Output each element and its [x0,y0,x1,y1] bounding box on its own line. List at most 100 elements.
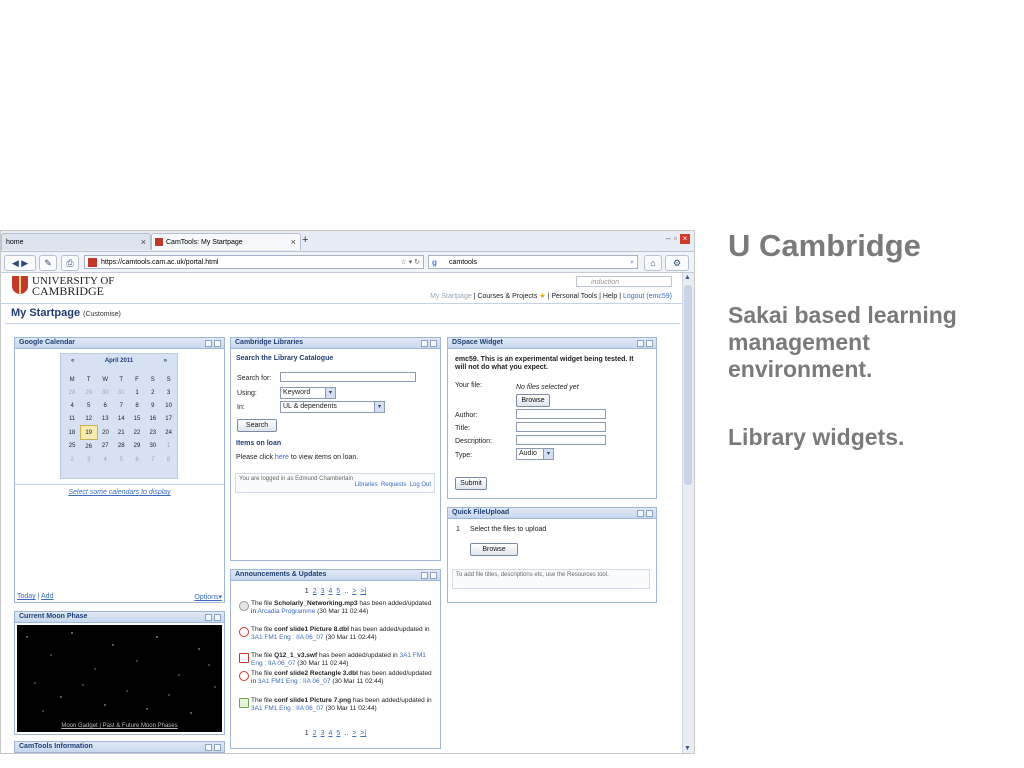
calendar-day[interactable]: 25 [64,440,80,454]
calendar-day[interactable]: 1 [129,386,145,399]
calendar-day[interactable]: 29 [129,440,145,454]
minimize-icon[interactable] [205,340,212,347]
options-link[interactable]: Options▾ [194,593,222,601]
calendar-day[interactable]: 28 [113,440,129,454]
back-forward-buttons[interactable]: ◀ ▶ [4,255,36,271]
close-icon[interactable] [646,340,653,347]
tab-camtools[interactable]: CamTools: My Startpage × [151,233,301,250]
close-icon[interactable] [430,340,437,347]
add-link[interactable]: Add [41,593,53,600]
calendar-day[interactable]: 24 [161,426,177,440]
link-help[interactable]: Help [603,293,617,300]
search-icon[interactable]: ⌕ [630,256,634,270]
library-search-input[interactable] [280,372,416,382]
page-link[interactable]: 5 [336,588,340,595]
calendar-day[interactable]: 31 [113,386,129,399]
minimize-icon[interactable] [637,510,644,517]
calendar-day[interactable]: 30 [145,440,161,454]
calendar-day-today[interactable]: 19 [79,425,98,440]
ann-site-link[interactable]: 3A1 FM1 Eng : IIA 06_07 [251,705,324,712]
ann-site-link[interactable]: Arcadia Programme [258,608,316,615]
upload-browse-button[interactable]: Browse [470,543,518,556]
ann-site-link[interactable]: 3A1 FM1 Eng : IIA 06_07 [251,634,324,641]
calendar-day[interactable]: 14 [113,412,129,426]
calendar-day[interactable]: 18 [64,426,80,440]
tab-home[interactable]: home × [1,233,151,250]
select-calendars-link[interactable]: Select some calendars to display [15,489,224,496]
today-link[interactable]: Today [17,593,36,600]
scrollbar[interactable]: ▲ ▼ [682,273,694,753]
close-icon[interactable] [214,614,221,621]
library-search-button[interactable]: Search [237,419,277,432]
calendar-day[interactable]: 13 [97,412,113,426]
description-field[interactable] [516,435,606,445]
author-field[interactable] [516,409,606,419]
calendar-day[interactable]: 3 [80,453,97,466]
minimize-icon[interactable] [421,340,428,347]
next-page-link[interactable]: > [352,730,356,737]
star-icon[interactable]: ☆ ▾ ↻ [400,256,420,270]
calendar-day[interactable]: 28 [64,386,80,399]
link-my-startpage[interactable]: My Startpage [430,293,472,300]
calendar-day[interactable]: 22 [129,426,145,440]
calendar-day[interactable]: 6 [129,453,145,466]
page-link[interactable]: 3 [321,588,325,595]
home-icon[interactable]: ⌂ [644,255,662,271]
browser-search-box[interactable]: g camtools ⌕ [428,255,638,269]
last-page-link[interactable]: >| [360,730,366,737]
calendar-day[interactable]: 2 [145,386,161,399]
minimize-icon[interactable] [205,744,212,751]
type-select[interactable]: Audio ▾ [516,448,554,460]
dspace-browse-button[interactable]: Browse [516,394,550,407]
scroll-down-icon[interactable]: ▼ [684,745,691,752]
calendar-day[interactable]: 27 [97,440,113,454]
items-here-link[interactable]: here [275,454,289,461]
moon-links[interactable]: Moon Gadget | Past & Future Moon Phases [17,723,222,729]
scroll-up-icon[interactable]: ▲ [684,274,691,281]
calendar-day[interactable]: 6 [97,399,113,412]
calendar-day[interactable]: 5 [113,453,129,466]
calendar-day[interactable]: 9 [145,399,161,412]
close-icon[interactable]: × [141,234,146,251]
link-personal-tools[interactable]: Personal Tools [551,293,597,300]
prev-month-icon[interactable]: « [71,358,74,364]
minimize-icon[interactable] [421,572,428,579]
calendar-day[interactable]: 4 [97,453,113,466]
next-page-link[interactable]: > [352,588,356,595]
close-icon[interactable] [214,340,221,347]
close-icon[interactable]: × [291,234,296,251]
bookmark-icon[interactable]: ✎ [39,255,57,271]
calendar-day[interactable]: 2 [64,453,80,466]
calendar-day[interactable]: 10 [161,399,177,412]
minimize-icon[interactable] [205,614,212,621]
calendar-day[interactable]: 12 [80,412,97,426]
calendar-day[interactable]: 8 [129,399,145,412]
page-link[interactable]: 4 [329,730,333,737]
calendar-day[interactable]: 7 [145,453,161,466]
calendar-day[interactable]: 5 [80,399,97,412]
title-field[interactable] [516,422,606,432]
calendar-day[interactable]: 21 [113,426,129,440]
customise-link[interactable]: (Customise) [83,311,121,318]
calendar-day[interactable]: 16 [145,412,161,426]
last-page-link[interactable]: >| [360,588,366,595]
calendar-day[interactable]: 17 [161,412,177,426]
addons-icon[interactable]: ⚙ [665,255,689,271]
page-link[interactable]: 3 [321,730,325,737]
scroll-thumb[interactable] [684,285,692,485]
print-icon[interactable]: ⎙ [61,255,79,271]
calendar-day[interactable]: 30 [97,386,113,399]
library-note-links[interactable]: Libraries Requests Log Out [239,482,431,488]
page-link[interactable]: 2 [313,588,317,595]
calendar-day[interactable]: 20 [97,426,113,440]
minimize-icon[interactable]: – [666,233,674,243]
close-window-icon[interactable]: × [680,234,690,244]
close-icon[interactable] [646,510,653,517]
page-link[interactable]: 5 [336,730,340,737]
calendar-day[interactable]: 23 [145,426,161,440]
calendar-day[interactable]: 7 [113,399,129,412]
link-logout[interactable]: Logout (emc59) [623,293,672,300]
calendar-day[interactable]: 15 [129,412,145,426]
minimize-icon[interactable] [637,340,644,347]
close-icon[interactable] [430,572,437,579]
